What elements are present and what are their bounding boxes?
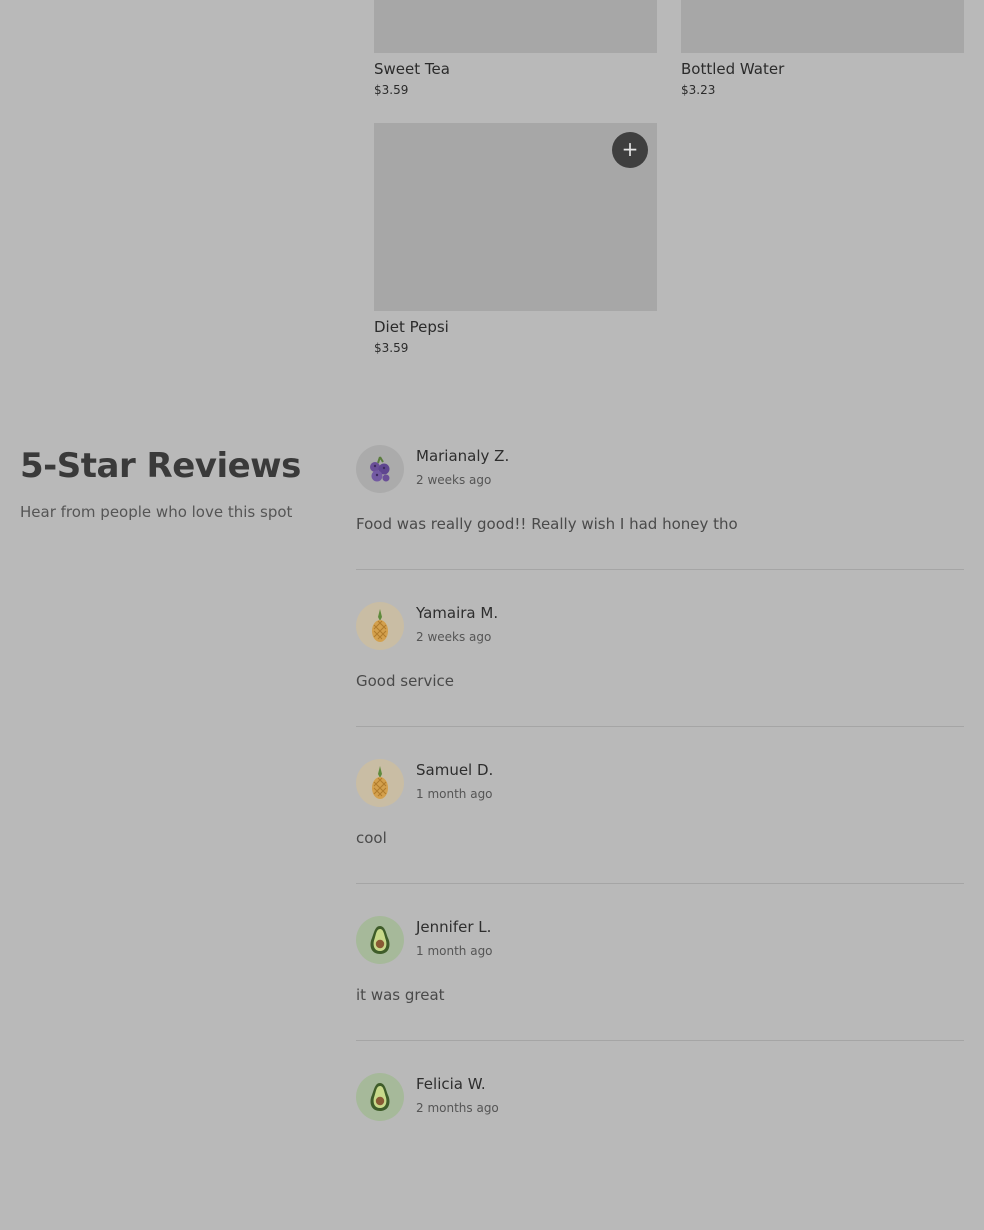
- reviewer-name: Jennifer L.: [416, 918, 492, 936]
- avocado-icon: [370, 926, 390, 954]
- review-date: 2 weeks ago: [416, 630, 492, 644]
- reviewer-name: Marianaly Z.: [416, 447, 510, 465]
- reviewer-name: Yamaira M.: [416, 604, 499, 622]
- review-date: 2 weeks ago: [416, 473, 492, 487]
- reviewer-name: Felicia W.: [416, 1075, 486, 1093]
- add-to-cart-button[interactable]: +: [612, 132, 648, 168]
- menu-item-image[interactable]: [374, 0, 657, 53]
- menu-item-image[interactable]: +: [374, 123, 657, 311]
- review-item: Jennifer L. 1 month ago it was great: [356, 916, 964, 1073]
- reviews-title: 5-Star Reviews: [20, 446, 301, 486]
- review-item: Marianaly Z. 2 weeks ago Food was really…: [356, 445, 964, 602]
- menu-item-card[interactable]: + Diet Pepsi $3.59: [374, 123, 657, 356]
- avatar: [356, 1073, 404, 1121]
- review-date: 1 month ago: [416, 944, 493, 958]
- review-text: it was great: [356, 986, 445, 1004]
- menu-item-name: Sweet Tea: [374, 60, 450, 78]
- avatar: [356, 602, 404, 650]
- menu-item-image[interactable]: [681, 0, 964, 53]
- divider: [356, 569, 964, 570]
- menu-item-price: $3.59: [374, 341, 409, 355]
- reviews-subtitle: Hear from people who love this spot: [20, 503, 293, 521]
- avatar: [356, 916, 404, 964]
- menu-item-name: Bottled Water: [681, 60, 785, 78]
- divider: [356, 1040, 964, 1041]
- review-item: Samuel D. 1 month ago cool: [356, 759, 964, 916]
- divider: [356, 883, 964, 884]
- menu-item-price: $3.59: [374, 83, 409, 97]
- blueberries-icon: [370, 456, 390, 482]
- pineapple-icon: [372, 609, 388, 642]
- review-date: 1 month ago: [416, 787, 493, 801]
- plus-icon: +: [621, 137, 639, 161]
- reviewer-name: Samuel D.: [416, 761, 494, 779]
- avatar: [356, 445, 404, 493]
- review-date: 2 months ago: [416, 1101, 499, 1115]
- avocado-icon: [370, 1083, 390, 1111]
- review-text: Good service: [356, 672, 454, 690]
- review-item: Yamaira M. 2 weeks ago Good service: [356, 602, 964, 759]
- pineapple-icon: [372, 766, 388, 799]
- review-item: Felicia W. 2 months ago: [356, 1073, 964, 1230]
- review-text: Food was really good!! Really wish I had…: [356, 515, 738, 533]
- menu-item-name: Diet Pepsi: [374, 318, 449, 336]
- menu-item-card[interactable]: Bottled Water $3.23: [681, 0, 964, 98]
- divider: [356, 726, 964, 727]
- avatar: [356, 759, 404, 807]
- menu-item-price: $3.23: [681, 83, 716, 97]
- menu-item-card[interactable]: Sweet Tea $3.59: [374, 0, 657, 98]
- review-text: cool: [356, 829, 387, 847]
